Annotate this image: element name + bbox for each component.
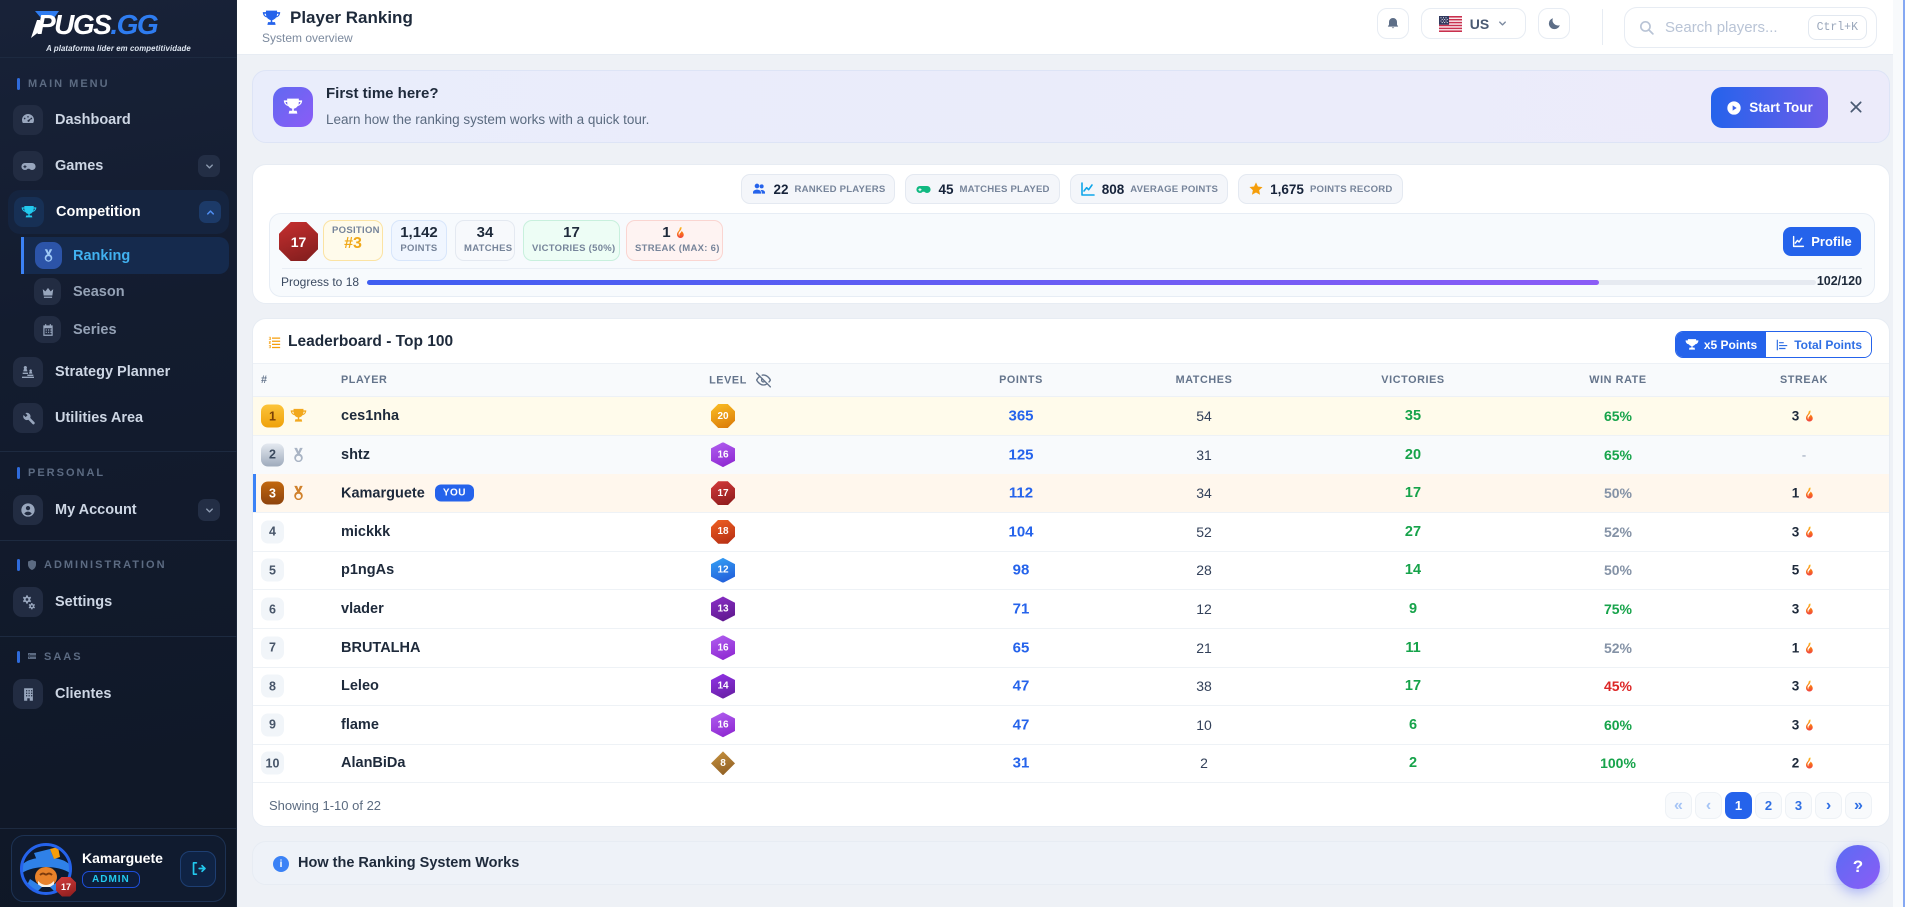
svg-text:PUGS.GG: PUGS.GG [37,10,158,39]
